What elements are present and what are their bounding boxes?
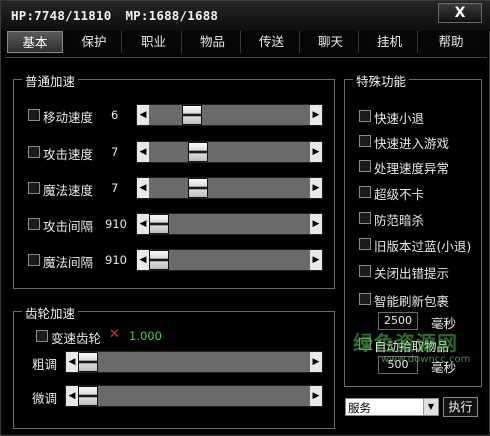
special-group-title: 特殊功能 [353, 71, 410, 90]
slider-thumb[interactable] [78, 352, 98, 372]
fine-slider[interactable]: ◀ ▶ [65, 385, 323, 407]
arrow-right-icon[interactable]: ▶ [310, 142, 322, 162]
arrow-left-icon[interactable]: ◀ [137, 105, 149, 125]
gear-toggle-label: 变速齿轮 [51, 331, 102, 346]
execute-button[interactable]: 执行 [443, 397, 478, 417]
close-icon: ✕ [109, 327, 120, 342]
old-version-label: 旧版本过蓝(小退) [374, 239, 472, 254]
move-speed-label: 移动速度 [43, 110, 94, 125]
quick-enter-checkbox[interactable] [359, 135, 371, 147]
quick-logout-label: 快速小退 [374, 111, 425, 126]
smart-refresh-label: 智能刷新包裹 [374, 294, 450, 309]
player-stats: HP:7748/11810 MP:1688/1688 [11, 8, 218, 23]
no-lag-label: 超级不卡 [374, 187, 425, 202]
arrow-right-icon[interactable]: ▶ [310, 214, 322, 234]
attack-speed-checkbox[interactable] [28, 146, 40, 158]
arrow-left-icon[interactable]: ◀ [137, 214, 149, 234]
speed-group-title: 普通加速 [22, 71, 79, 90]
speed-anomaly-checkbox[interactable] [359, 160, 371, 172]
tab-autohang[interactable]: 挂机 [362, 31, 418, 53]
watermark-text: 绿色资源网 [353, 331, 458, 355]
arrow-right-icon[interactable]: ▶ [310, 178, 322, 198]
attack-interval-value: 910 [105, 217, 127, 231]
tab-items[interactable]: 物品 [185, 31, 241, 53]
tab-teleport[interactable]: 传送 [244, 31, 300, 53]
old-version-checkbox[interactable] [359, 238, 371, 250]
arrow-left-icon[interactable]: ◀ [66, 386, 78, 406]
fine-label: 微调 [32, 391, 58, 406]
slider-thumb[interactable] [182, 105, 202, 125]
tab-class[interactable]: 职业 [126, 31, 182, 53]
magic-speed-label: 魔法速度 [43, 183, 94, 198]
arrow-right-icon[interactable]: ▶ [310, 250, 322, 270]
gear-group-title: 齿轮加速 [22, 303, 79, 322]
hp-readout: HP:7748/11810 [11, 8, 112, 23]
slider-thumb[interactable] [149, 250, 169, 270]
slider-thumb[interactable] [188, 142, 208, 162]
gear-toggle-checkbox[interactable] [36, 330, 48, 342]
quick-logout-checkbox[interactable] [359, 110, 371, 122]
main-window: HP:7748/11810 MP:1688/1688 X 基本 保护 职业 物品 … [0, 0, 490, 436]
coarse-label: 粗调 [32, 357, 58, 372]
attack-interval-slider[interactable]: ◀ ▶ [136, 213, 323, 235]
slider-thumb[interactable] [149, 214, 169, 234]
slider-thumb[interactable] [188, 178, 208, 198]
anti-assassin-checkbox[interactable] [359, 212, 371, 224]
move-speed-checkbox[interactable] [28, 109, 40, 121]
slider-thumb[interactable] [78, 386, 98, 406]
gear-value: 1.000 [129, 329, 162, 343]
magic-speed-value: 7 [111, 181, 119, 195]
watermark-url: www.downcc.com [381, 354, 471, 365]
speed-anomaly-label: 处理速度异常 [374, 161, 450, 176]
tab-bar: 基本 保护 职业 物品 传送 聊天 挂机 帮助 [7, 31, 485, 53]
magic-interval-slider[interactable]: ◀ ▶ [136, 249, 323, 271]
arrow-left-icon[interactable]: ◀ [66, 352, 78, 372]
arrow-left-icon[interactable]: ◀ [137, 250, 149, 270]
attack-speed-label: 攻击速度 [43, 147, 94, 162]
magic-speed-checkbox[interactable] [28, 182, 40, 194]
attack-interval-label: 攻击间隔 [43, 219, 94, 234]
magic-speed-slider[interactable]: ◀ ▶ [136, 177, 323, 199]
title-bar: HP:7748/11810 MP:1688/1688 X [1, 1, 490, 31]
arrow-right-icon[interactable]: ▶ [310, 352, 322, 372]
service-select-value: 服务 [348, 401, 371, 415]
tab-help[interactable]: 帮助 [421, 31, 481, 53]
attack-interval-checkbox[interactable] [28, 218, 40, 230]
no-lag-checkbox[interactable] [359, 186, 371, 198]
tab-basic[interactable]: 基本 [7, 31, 63, 53]
tab-protect[interactable]: 保护 [67, 31, 122, 53]
move-speed-slider[interactable]: ◀ ▶ [136, 104, 323, 126]
close-error-label: 关闭出错提示 [374, 266, 450, 281]
service-select[interactable]: 服务 ▼ [345, 398, 439, 416]
anti-assassin-label: 防范暗杀 [374, 213, 425, 228]
arrow-left-icon[interactable]: ◀ [137, 178, 149, 198]
attack-speed-value: 7 [111, 145, 119, 159]
magic-interval-label: 魔法间隔 [43, 255, 94, 270]
arrow-right-icon[interactable]: ▶ [310, 386, 322, 406]
quick-enter-label: 快速进入游戏 [374, 136, 450, 151]
move-speed-value: 6 [111, 108, 119, 122]
chevron-down-icon[interactable]: ▼ [423, 399, 438, 415]
coarse-slider[interactable]: ◀ ▶ [65, 351, 323, 373]
smart-refresh-checkbox[interactable] [359, 293, 371, 305]
mp-readout: MP:1688/1688 [125, 8, 219, 23]
magic-interval-checkbox[interactable] [28, 254, 40, 266]
attack-speed-slider[interactable]: ◀ ▶ [136, 141, 323, 163]
arrow-right-icon[interactable]: ▶ [310, 105, 322, 125]
close-error-checkbox[interactable] [359, 265, 371, 277]
tab-chat[interactable]: 聊天 [303, 31, 359, 53]
close-button[interactable]: X [438, 3, 482, 23]
magic-interval-value: 910 [105, 253, 127, 267]
arrow-left-icon[interactable]: ◀ [137, 142, 149, 162]
